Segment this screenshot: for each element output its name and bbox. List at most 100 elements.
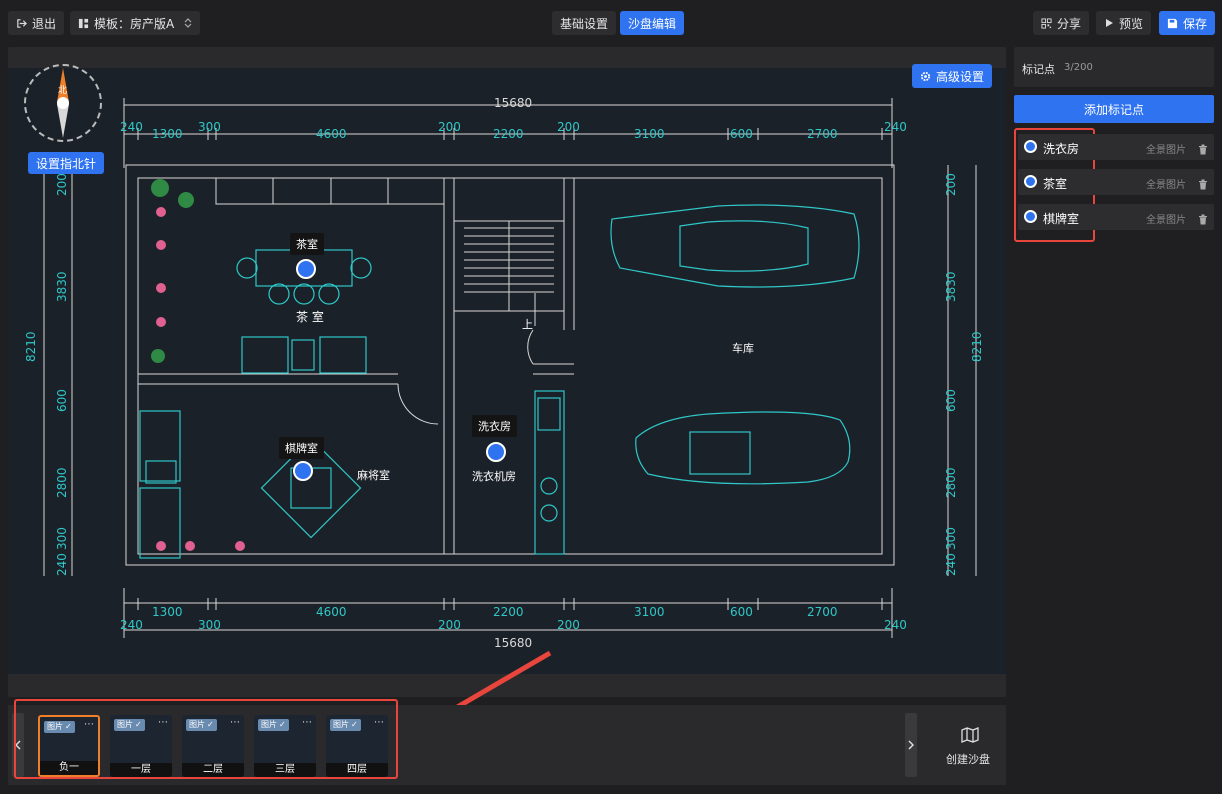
floor-thumb[interactable]: 图片 ✓ ⋯ 负一: [38, 715, 100, 777]
dim-right-240: 240: [944, 553, 958, 576]
floor-plan-drawing: [43, 98, 977, 638]
floor-plan[interactable]: 15680 15680 240 1300 300 4600 200 2200 2…: [8, 68, 1006, 674]
floor-thumb[interactable]: 图片 ✓ ⋯ 四层: [326, 715, 388, 777]
advanced-settings-label: 高级设置: [936, 69, 985, 84]
check-icon: ✓: [351, 720, 358, 729]
trash-icon[interactable]: [1198, 210, 1208, 229]
dim-total-top: 15680: [494, 96, 533, 110]
dim-top-4600: 4600: [316, 127, 347, 141]
image-tag-label: 图片: [189, 720, 205, 729]
dim-top-3100: 3100: [634, 127, 665, 141]
dim-left-3830: 3830: [55, 271, 69, 302]
template-label: 模板：房产版A: [94, 16, 175, 31]
dim-bottom-200a: 200: [438, 618, 461, 632]
check-icon: ✓: [135, 720, 142, 729]
create-sandbox-button[interactable]: 创建沙盘: [934, 705, 1006, 785]
dim-right-300: 300: [944, 527, 958, 550]
marker-pin-laundry[interactable]: [486, 442, 506, 462]
image-tag-label: 图片: [47, 722, 63, 731]
panel-header: 标记点 3/200: [1014, 47, 1214, 87]
dim-left-600: 600: [55, 389, 69, 412]
dim-right-3830: 3830: [944, 271, 958, 302]
dim-left-200: 200: [55, 173, 69, 196]
trash-icon[interactable]: [1198, 140, 1208, 159]
marker-dot-icon: [1024, 140, 1037, 153]
floor-thumb-label: 负一: [40, 761, 98, 775]
dim-left-8210: 8210: [24, 331, 38, 362]
floor-thumb-label: 二层: [182, 763, 244, 777]
more-icon[interactable]: ⋯: [84, 719, 94, 730]
share-button[interactable]: 分享: [1033, 11, 1090, 35]
dim-top-600: 600: [730, 127, 753, 141]
tab-sandbox-edit[interactable]: 沙盘编辑: [620, 11, 685, 35]
dim-bottom-600: 600: [730, 605, 753, 619]
marker-pin-tea[interactable]: [296, 259, 316, 279]
dim-bottom-200b: 200: [557, 618, 580, 632]
save-button[interactable]: 保存: [1159, 11, 1216, 35]
more-icon[interactable]: ⋯: [158, 717, 168, 728]
panel-count: 3/200: [1064, 62, 1093, 73]
marker-item-panorama[interactable]: 全景图片: [1146, 211, 1186, 226]
dim-bottom-240b: 240: [884, 618, 907, 632]
advanced-settings-button[interactable]: 高级设置: [912, 64, 993, 88]
compass-needle-icon: [57, 68, 69, 138]
dim-top-200a: 200: [438, 120, 461, 134]
set-compass-label: 设置指北针: [36, 156, 97, 171]
floor-thumb[interactable]: 图片 ✓ ⋯ 二层: [182, 715, 244, 777]
chevron-right-icon[interactable]: [905, 713, 917, 777]
room-label-garage: 车库: [732, 342, 754, 355]
floor-thumb-label: 三层: [254, 763, 316, 777]
dim-top-200b: 200: [557, 120, 580, 134]
marker-dot-icon: [1024, 175, 1037, 188]
marker-item-panorama[interactable]: 全景图片: [1146, 176, 1186, 191]
trash-icon[interactable]: [1198, 175, 1208, 194]
tab-basic-settings[interactable]: 基础设置: [552, 11, 617, 35]
marker-list-item[interactable]: 洗衣房 全景图片: [1018, 134, 1214, 160]
add-marker-button[interactable]: 添加标记点: [1014, 95, 1214, 123]
panel-title: 标记点: [1022, 63, 1055, 76]
image-tag: 图片 ✓: [186, 719, 217, 731]
top-bar: 退出 模板：房产版A 基础设置 沙盘编辑 分享 预览 保存: [0, 0, 1222, 46]
create-sandbox-label: 创建沙盘: [946, 753, 990, 766]
qrcode-icon: [1041, 17, 1052, 29]
image-tag: 图片 ✓: [258, 719, 289, 731]
dim-top-2700: 2700: [807, 127, 838, 141]
set-compass-button[interactable]: 设置指北针: [28, 152, 105, 174]
room-label-tea: 茶 室: [296, 310, 324, 324]
preview-label: 预览: [1119, 16, 1144, 31]
dim-bottom-300: 300: [198, 618, 221, 632]
marker-item-panorama[interactable]: 全景图片: [1146, 141, 1186, 156]
share-label: 分享: [1057, 16, 1082, 31]
more-icon[interactable]: ⋯: [374, 717, 384, 728]
dim-top-2200: 2200: [493, 127, 524, 141]
exit-icon: [16, 18, 27, 29]
exit-label: 退出: [32, 16, 57, 31]
exit-button[interactable]: 退出: [8, 11, 65, 35]
tab-sandbox-label: 沙盘编辑: [628, 16, 677, 31]
marker-label-tea: 茶室: [290, 233, 324, 255]
dim-bottom-3100: 3100: [634, 605, 665, 619]
preview-button[interactable]: 预览: [1096, 11, 1152, 35]
compass[interactable]: 北: [24, 64, 102, 142]
room-label-laundry: 洗衣机房: [472, 470, 516, 483]
dim-bottom-1300: 1300: [152, 605, 183, 619]
marker-dot-icon: [1024, 210, 1037, 223]
dim-top-1300: 1300: [152, 127, 183, 141]
template-select[interactable]: 模板：房产版A: [70, 11, 200, 35]
image-tag: 图片 ✓: [114, 719, 145, 731]
stairs-up-label: 上: [522, 318, 533, 331]
more-icon[interactable]: ⋯: [302, 717, 312, 728]
marker-list-item[interactable]: 茶室 全景图片: [1018, 169, 1214, 195]
more-icon[interactable]: ⋯: [230, 717, 240, 728]
floor-thumb[interactable]: 图片 ✓ ⋯ 三层: [254, 715, 316, 777]
image-tag-label: 图片: [117, 720, 133, 729]
dim-top-240a: 240: [120, 120, 143, 134]
check-icon: ✓: [279, 720, 286, 729]
marker-item-name: 洗衣房: [1043, 142, 1080, 156]
dim-bottom-2200: 2200: [493, 605, 524, 619]
floor-thumb-label: 四层: [326, 763, 388, 777]
dim-left-240: 240: [55, 553, 69, 576]
marker-pin-chess[interactable]: [293, 461, 313, 481]
floor-thumb[interactable]: 图片 ✓ ⋯ 一层: [110, 715, 172, 777]
marker-list-item[interactable]: 棋牌室 全景图片: [1018, 204, 1214, 230]
